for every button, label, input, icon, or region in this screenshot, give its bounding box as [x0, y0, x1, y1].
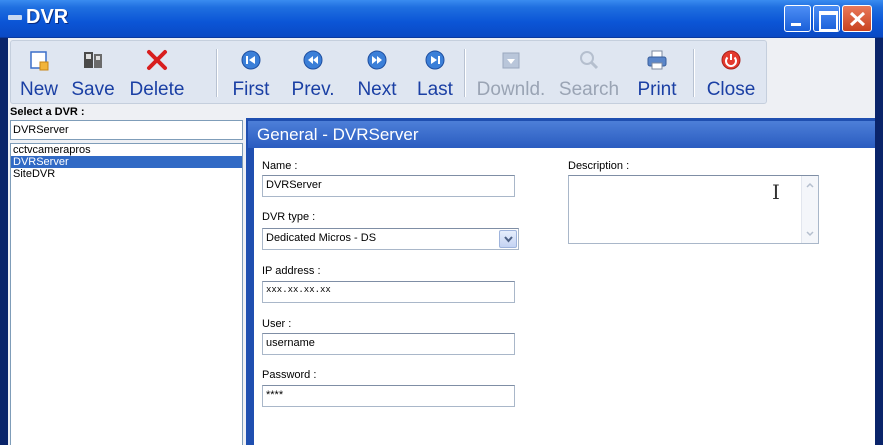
ip-address-label: IP address : — [262, 265, 321, 277]
close-window-button[interactable] — [842, 5, 872, 32]
delete-button[interactable]: Delete — [121, 43, 193, 103]
chevron-down-icon — [504, 236, 513, 243]
scroll-down-icon[interactable] — [803, 226, 817, 241]
user-label: User : — [262, 318, 292, 330]
app-icon — [8, 15, 22, 20]
description-scrollbar[interactable] — [801, 176, 818, 243]
next-record-icon — [367, 50, 387, 70]
delete-x-icon — [147, 50, 167, 70]
dvr-type-select[interactable]: Dedicated Micros - DS — [262, 228, 519, 250]
download-label: Downld. — [476, 79, 546, 100]
close-x-icon — [849, 11, 866, 27]
form-title: General - DVRServer — [257, 125, 419, 144]
last-label: Last — [417, 79, 453, 100]
new-label: New — [19, 79, 58, 100]
scroll-up-icon[interactable] — [803, 178, 817, 193]
first-label: First — [232, 79, 270, 100]
toolbar-separator — [216, 49, 218, 97]
text-cursor-icon: I — [772, 180, 780, 204]
name-field[interactable]: DVRServer — [262, 175, 515, 197]
next-label: Next — [357, 79, 397, 100]
new-document-icon — [30, 51, 49, 71]
name-label: Name : — [262, 160, 298, 172]
list-item[interactable]: SiteDVR — [11, 168, 242, 180]
dvr-select-field[interactable]: DVRServer — [10, 120, 243, 140]
search-icon — [580, 51, 599, 70]
description-field[interactable] — [568, 175, 819, 244]
description-value — [569, 176, 818, 182]
user-field[interactable]: username — [262, 333, 515, 355]
last-button[interactable]: Last — [409, 43, 461, 103]
list-item-selected[interactable]: DVRServer — [11, 156, 242, 168]
new-button[interactable]: New — [13, 43, 65, 103]
save-label: Save — [71, 79, 115, 100]
toolbar-separator — [693, 49, 695, 97]
close-label: Close — [706, 79, 756, 100]
title-bar[interactable]: DVR — [0, 0, 883, 38]
download-button[interactable]: Downld. — [469, 43, 553, 103]
password-field[interactable]: **** — [262, 385, 515, 407]
window-title: DVR — [26, 6, 69, 28]
search-button[interactable]: Search — [553, 43, 625, 103]
print-label: Print — [637, 79, 677, 100]
dvr-list[interactable]: cctvcamerapros DVRServer SiteDVR — [10, 143, 243, 445]
previous-record-icon — [303, 50, 323, 70]
prev-label: Prev. — [291, 79, 335, 100]
search-label: Search — [558, 79, 620, 100]
dvr-window: DVR New Save Delete First Prev. Next Las… — [0, 0, 883, 445]
dvr-type-label: DVR type : — [262, 211, 316, 223]
first-button[interactable]: First — [221, 43, 281, 103]
download-icon — [502, 52, 520, 69]
save-disk-icon — [84, 52, 102, 68]
dvr-type-value: Dedicated Micros - DS — [266, 232, 377, 244]
prev-button[interactable]: Prev. — [281, 43, 345, 103]
maximize-button[interactable] — [813, 5, 840, 32]
ip-address-field[interactable]: xxx.xx.xx.xx — [262, 281, 515, 303]
close-button[interactable]: Close — [699, 43, 763, 103]
toolbar: New Save Delete First Prev. Next Last Do… — [10, 40, 767, 104]
minimize-button[interactable] — [784, 5, 811, 32]
print-button[interactable]: Print — [625, 43, 689, 103]
password-label: Password : — [262, 369, 317, 381]
delete-label: Delete — [129, 79, 185, 100]
description-label: Description : — [568, 160, 630, 172]
list-item[interactable]: cctvcamerapros — [11, 144, 242, 156]
dropdown-arrow-button[interactable] — [499, 230, 517, 248]
power-icon — [721, 50, 741, 70]
toolbar-separator — [464, 49, 466, 97]
save-button[interactable]: Save — [65, 43, 121, 103]
select-dvr-label: Select a DVR : — [10, 106, 85, 118]
last-record-icon — [425, 50, 445, 70]
printer-icon — [647, 50, 667, 70]
next-button[interactable]: Next — [345, 43, 409, 103]
first-record-icon — [241, 50, 261, 70]
form-header: General - DVRServer — [248, 121, 875, 148]
